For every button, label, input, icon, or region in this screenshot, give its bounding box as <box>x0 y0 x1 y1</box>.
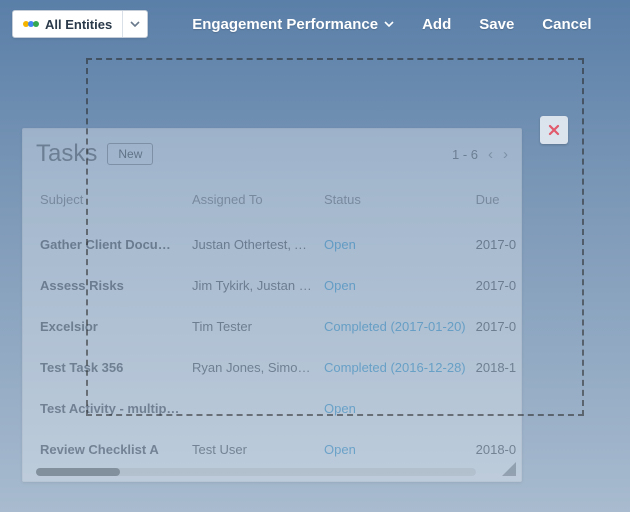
tab-label: Save <box>479 16 514 33</box>
table-row[interactable]: Review Checklist A Test User Open 2018-0 <box>38 430 522 469</box>
horizontal-scrollbar[interactable] <box>36 468 476 476</box>
tab-add[interactable]: Add <box>422 16 451 33</box>
entity-icon <box>23 21 39 27</box>
tab-label: Add <box>422 16 451 33</box>
entity-label: All Entities <box>45 17 112 32</box>
tab-label: Engagement Performance <box>192 16 378 33</box>
entity-picker: All Entities <box>12 10 148 38</box>
entity-button[interactable]: All Entities <box>13 11 123 37</box>
close-icon <box>548 124 560 136</box>
header-tabs: Engagement Performance Add Save Cancel <box>192 16 591 33</box>
entity-dropdown-toggle[interactable] <box>123 11 147 37</box>
scrollbar-thumb[interactable] <box>36 468 120 476</box>
top-bar: All Entities Engagement Performance Add … <box>0 0 630 48</box>
tab-cancel[interactable]: Cancel <box>542 16 591 33</box>
chevron-down-icon <box>384 21 394 27</box>
cell-subject: Review Checklist A <box>38 430 188 469</box>
tab-save[interactable]: Save <box>479 16 514 33</box>
close-button[interactable] <box>540 116 568 144</box>
tab-label: Cancel <box>542 16 591 33</box>
resize-handle[interactable] <box>502 462 516 476</box>
drag-selection-box[interactable] <box>86 58 584 416</box>
cell-assigned: Test User <box>190 430 320 469</box>
tab-engagement-performance[interactable]: Engagement Performance <box>192 16 394 33</box>
cell-status: Open <box>322 430 472 469</box>
chevron-down-icon <box>130 21 140 27</box>
